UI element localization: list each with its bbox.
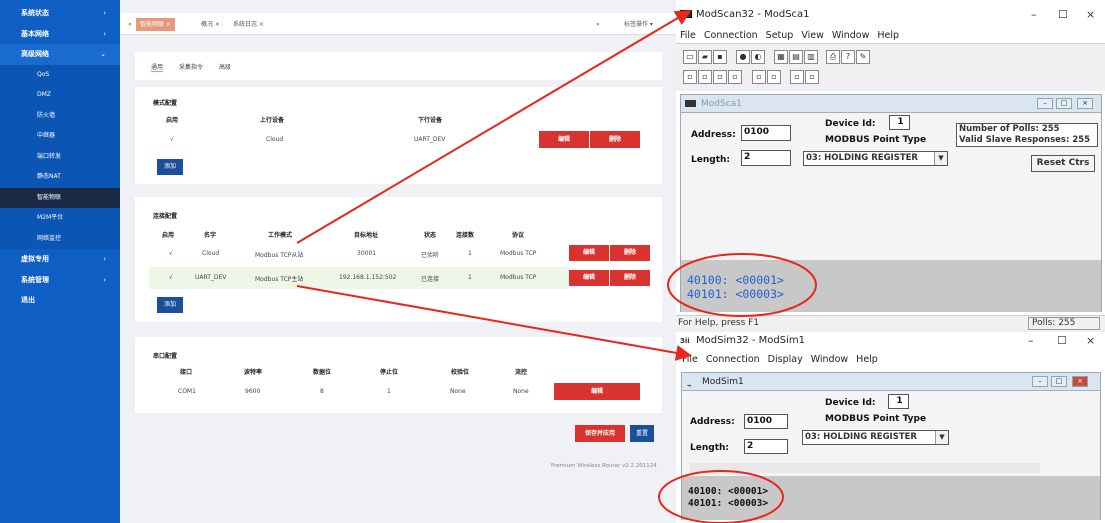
annotation-overlay xyxy=(296,9,817,523)
annotation-arrow xyxy=(296,9,692,244)
annotation-circle xyxy=(658,470,784,523)
annotation-arrow xyxy=(296,285,692,361)
annotation-circle xyxy=(667,253,817,317)
